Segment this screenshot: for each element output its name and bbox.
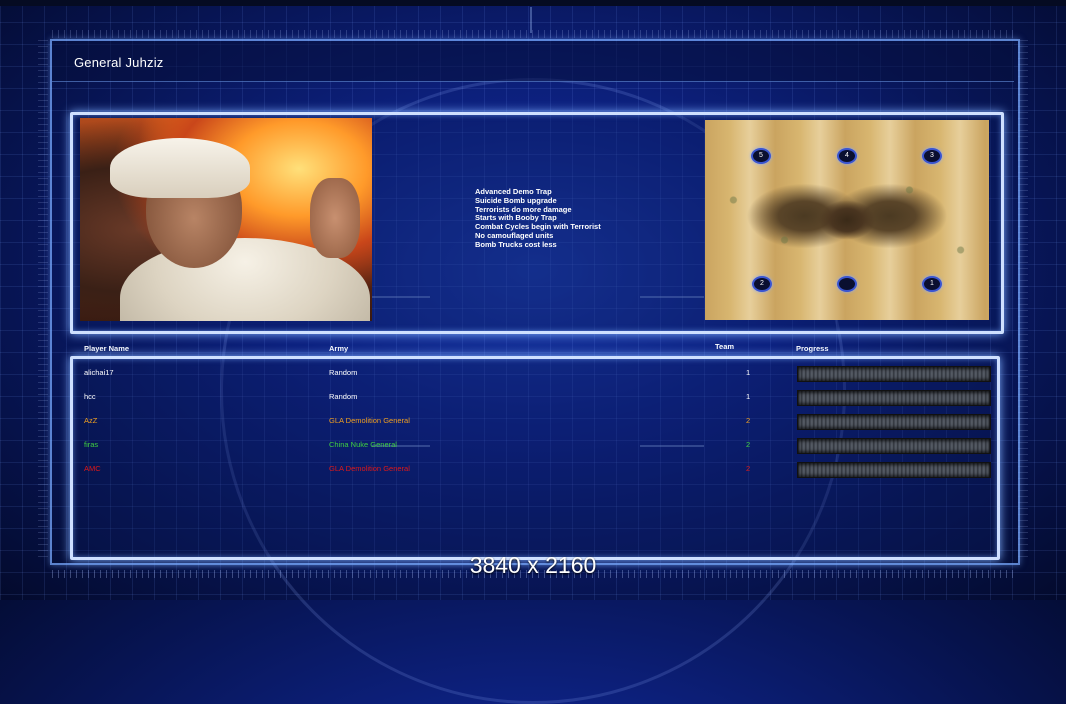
player-team: 1 — [746, 392, 751, 401]
spawn-marker-5: 5 — [751, 148, 771, 164]
spawn-marker-2: 2 — [752, 276, 772, 292]
player-name: alichai17 — [84, 368, 114, 377]
player-name: firas — [84, 440, 99, 449]
header-team: Team — [715, 342, 735, 351]
player-name: AMC — [84, 464, 101, 473]
player-name: AzZ — [84, 416, 98, 425]
loading-progress-bar — [797, 438, 991, 454]
map-preview: 5 4 3 2 1 — [705, 120, 989, 320]
loading-progress-bar — [797, 414, 991, 430]
players-panel — [70, 356, 1000, 560]
resolution-overlay: 3840 x 2160 — [469, 552, 597, 578]
table-row: alichai17 Random 1 — [0, 366, 1066, 382]
loading-progress-bar — [797, 366, 991, 382]
table-row: AMC GLA Demolition General 2 — [0, 462, 1066, 478]
player-army: GLA Demolition General — [329, 416, 410, 425]
player-team: 1 — [746, 368, 751, 377]
loading-progress-bar — [797, 462, 991, 478]
player-name: hcc — [84, 392, 96, 401]
table-row: firas China Nuke General 2 — [0, 438, 1066, 454]
general-bonus-list: Advanced Demo Trap Suicide Bomb upgrade … — [475, 187, 601, 250]
loading-progress-bar — [797, 390, 991, 406]
player-army: China Nuke General — [329, 440, 397, 449]
player-team: 2 — [746, 464, 751, 473]
player-army: GLA Demolition General — [329, 464, 410, 473]
spawn-marker-3: 3 — [922, 148, 942, 164]
player-team: 2 — [746, 416, 751, 425]
table-row: AzZ GLA Demolition General 2 — [0, 414, 1066, 430]
header-army: Army — [329, 344, 349, 353]
spawn-marker-empty — [837, 276, 857, 292]
player-army: Random — [329, 368, 358, 377]
bonus-item: Bomb Trucks cost less — [475, 239, 557, 249]
top-status-strip — [0, 0, 1066, 6]
table-row: hcc Random 1 — [0, 390, 1066, 406]
general-portrait — [80, 118, 372, 321]
header-progress: Progress — [796, 344, 829, 353]
general-title: General Juhziz — [74, 55, 164, 70]
header-player-name: Player Name — [84, 344, 130, 353]
portrait-hand — [310, 178, 360, 258]
left-ruler — [38, 40, 48, 560]
player-army: Random — [329, 392, 358, 401]
spawn-marker-1: 1 — [922, 276, 942, 292]
portrait-headwrap — [110, 138, 250, 198]
top-ruler — [52, 30, 1016, 38]
title-bar — [52, 41, 1014, 82]
spawn-marker-4: 4 — [837, 148, 857, 164]
player-team: 2 — [746, 440, 751, 449]
crosshair-line — [530, 7, 532, 33]
